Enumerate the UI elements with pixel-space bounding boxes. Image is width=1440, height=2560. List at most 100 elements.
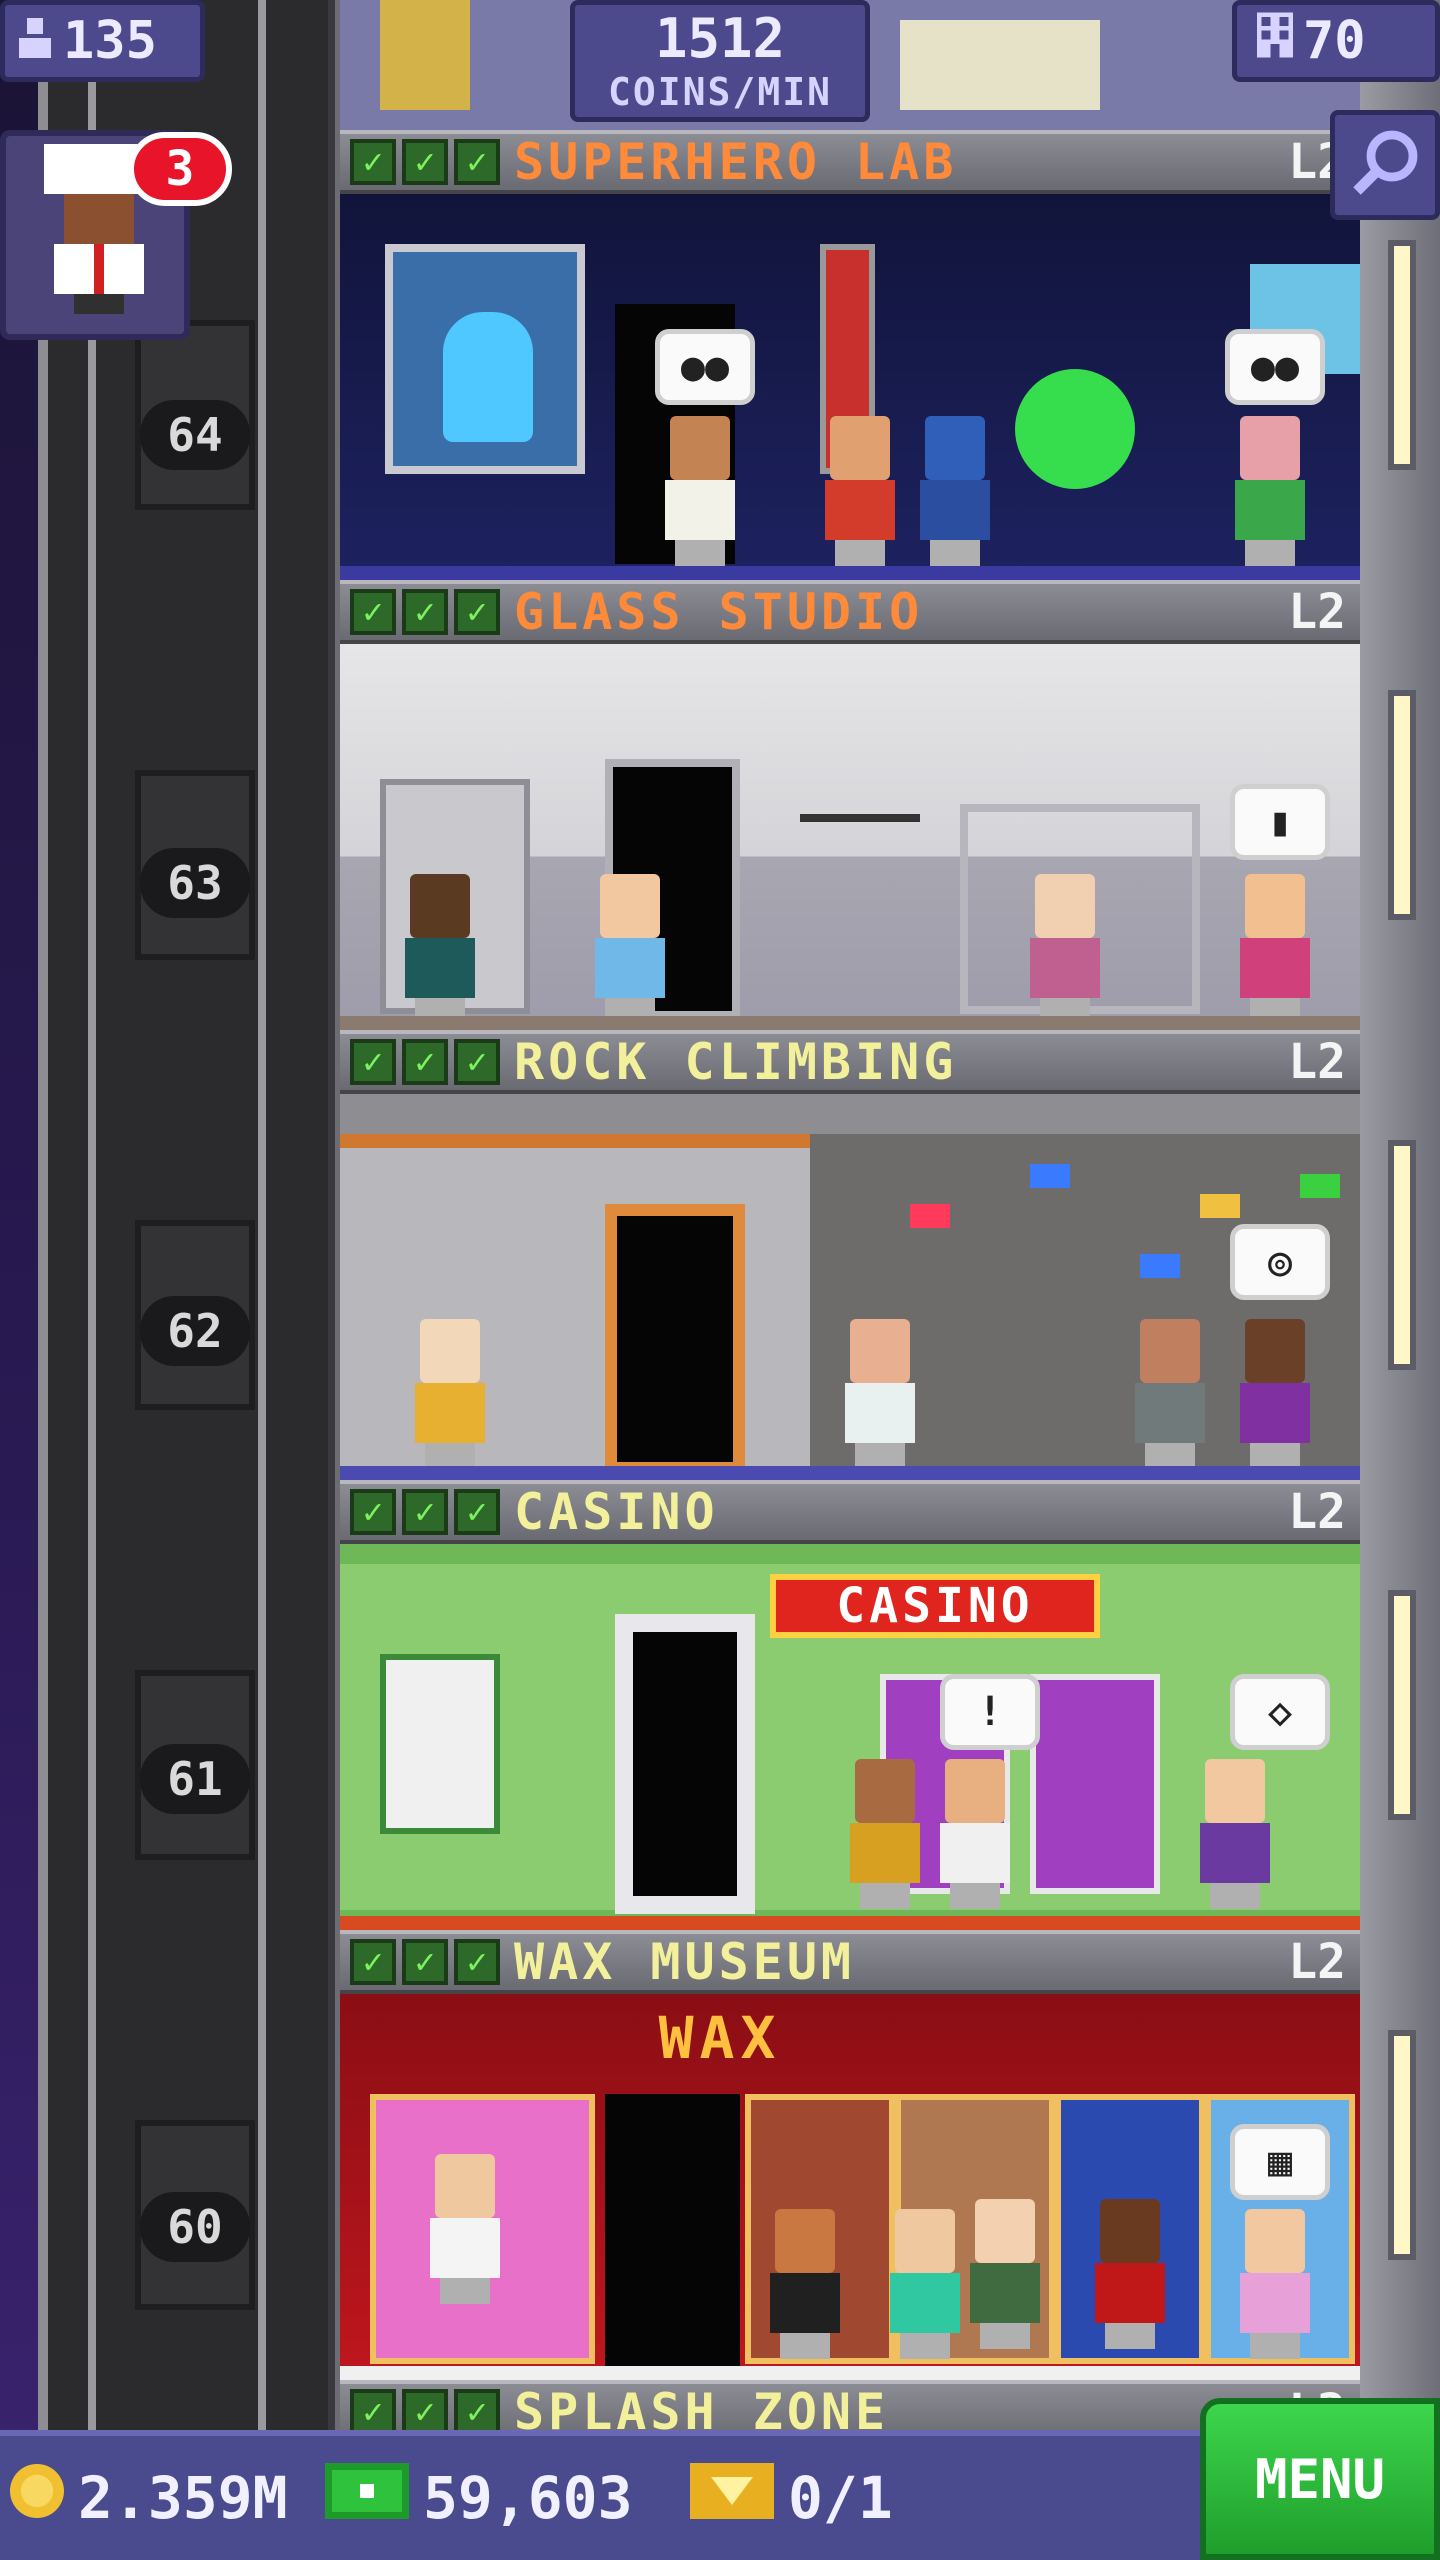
tenant[interactable]: [760, 2209, 850, 2359]
tenant[interactable]: [1190, 1759, 1280, 1909]
thought-bubble[interactable]: ●●: [1225, 329, 1325, 405]
check-icon: ✓: [454, 1489, 500, 1535]
check-icon: ✓: [402, 1039, 448, 1085]
tenant[interactable]: [815, 416, 905, 566]
floor-count-value: 70: [1303, 11, 1366, 71]
star-rating: ✓ ✓ ✓: [350, 2389, 500, 2435]
bux-balance[interactable]: 59,603: [325, 2458, 633, 2538]
room-casino[interactable]: CASINO ! ◇: [340, 1544, 1360, 1930]
floor-number-marker: 64: [140, 400, 250, 470]
elevator-door[interactable]: [605, 1204, 745, 1474]
room-floor: [340, 1916, 1360, 1930]
floor-label-wax-museum[interactable]: ✓ ✓ ✓ WAX MUSEUM L2: [340, 1930, 1360, 1994]
tenant[interactable]: [960, 2199, 1050, 2349]
tenant[interactable]: [1020, 874, 1110, 1024]
floor-level: L2: [1288, 584, 1346, 640]
check-icon: ✓: [350, 1489, 396, 1535]
tickets-balance[interactable]: 0/1: [690, 2458, 893, 2538]
tenant[interactable]: [655, 416, 745, 566]
floor-name: GLASS STUDIO: [514, 583, 924, 641]
building-icon: [1257, 11, 1293, 71]
room-floor: [340, 566, 1360, 580]
menu-button[interactable]: MENU: [1200, 2398, 1440, 2560]
climbing-hold: [1200, 1194, 1240, 1218]
tenant[interactable]: [1230, 2209, 1320, 2359]
floor-level: L2: [1288, 1034, 1346, 1090]
floor-number-marker: 61: [140, 1744, 250, 1814]
tower-window: [1388, 1140, 1416, 1370]
floor-count-display[interactable]: 70: [1232, 0, 1440, 82]
check-icon: ✓: [350, 139, 396, 185]
coins-balance[interactable]: 2.359M: [10, 2458, 288, 2538]
tower-window: [1388, 690, 1416, 920]
elevator-door[interactable]: [615, 1614, 755, 1914]
climbing-hold: [1300, 1174, 1340, 1198]
floor-name: CASINO: [514, 1483, 719, 1541]
check-icon: ✓: [402, 589, 448, 635]
room-superhero-lab[interactable]: ●● ●●: [340, 194, 1360, 580]
thought-bubble[interactable]: !: [940, 1674, 1040, 1750]
check-icon: ✓: [350, 1939, 396, 1985]
bux-icon: [325, 2463, 409, 2533]
wax-sign: WAX: [658, 2004, 782, 2072]
floor-label-superhero-lab[interactable]: ✓ ✓ ✓ SUPERHERO LAB L2: [340, 130, 1360, 194]
tenant[interactable]: [1225, 416, 1315, 566]
tenant[interactable]: [910, 416, 1000, 566]
check-icon: ✓: [402, 1939, 448, 1985]
elevator-door[interactable]: [605, 2094, 740, 2374]
tenant[interactable]: [840, 1759, 930, 1909]
room-glass-studio[interactable]: ▮: [340, 644, 1360, 1030]
elevator-cable: [88, 0, 96, 2440]
search-button[interactable]: [1330, 110, 1440, 220]
tenant[interactable]: [1125, 1319, 1215, 1469]
check-icon: ✓: [402, 139, 448, 185]
climbing-hold: [1140, 1254, 1180, 1278]
star-rating: ✓ ✓ ✓: [350, 1489, 500, 1535]
person-icon: [15, 11, 55, 71]
tower-window: [1388, 240, 1416, 470]
star-rating: ✓ ✓ ✓: [350, 1039, 500, 1085]
floor-label-glass-studio[interactable]: ✓ ✓ ✓ GLASS STUDIO L2: [340, 580, 1360, 644]
climbing-hold: [910, 1204, 950, 1228]
floor-number-marker: 62: [140, 1296, 250, 1366]
room-floor: [340, 1016, 1360, 1030]
room-rock-climbing[interactable]: ◎: [340, 1094, 1360, 1480]
room-floor: [340, 2366, 1360, 2380]
golden-statue: [380, 0, 470, 110]
thought-bubble[interactable]: ●●: [655, 329, 755, 405]
slot-machine[interactable]: [1030, 1674, 1160, 1894]
coins-per-min-display: 1512 COINS/MIN: [570, 0, 870, 122]
check-icon: ✓: [350, 1039, 396, 1085]
tenant[interactable]: [930, 1759, 1020, 1909]
coins-per-min-unit: COINS/MIN: [608, 70, 832, 114]
climbing-hold: [1030, 1164, 1070, 1188]
star-rating: ✓ ✓ ✓: [350, 589, 500, 635]
star-rating: ✓ ✓ ✓: [350, 139, 500, 185]
tenant[interactable]: [585, 874, 675, 1024]
floor-level: L2: [1288, 1934, 1346, 1990]
thought-bubble[interactable]: ◇: [1230, 1674, 1330, 1750]
tenant[interactable]: [1230, 874, 1320, 1024]
check-icon: ✓: [350, 2389, 396, 2435]
population-counter[interactable]: 135: [0, 0, 205, 82]
floor-label-rock-climbing[interactable]: ✓ ✓ ✓ ROCK CLIMBING L2: [340, 1030, 1360, 1094]
room-wax-museum[interactable]: WAX ▦: [340, 1994, 1360, 2380]
check-icon: ✓: [454, 589, 500, 635]
ticket-icon: [690, 2463, 774, 2533]
check-icon: ✓: [454, 1939, 500, 1985]
population-value: 135: [63, 11, 157, 71]
hologram-screen: [385, 244, 585, 474]
thought-bubble[interactable]: ▮: [1230, 784, 1330, 860]
wax-figure: [420, 2154, 510, 2304]
floor-label-casino[interactable]: ✓ ✓ ✓ CASINO L2: [340, 1480, 1360, 1544]
tenant[interactable]: [835, 1319, 925, 1469]
tenant[interactable]: [1230, 1319, 1320, 1469]
tenant[interactable]: [880, 2209, 970, 2359]
hologram-figure: [443, 312, 533, 442]
green-globe: [1015, 369, 1135, 489]
thought-bubble[interactable]: ▦: [1230, 2124, 1330, 2200]
bux-value: 59,603: [423, 2464, 633, 2532]
tenant[interactable]: [405, 1319, 495, 1469]
tenant[interactable]: [395, 874, 485, 1024]
thought-bubble[interactable]: ◎: [1230, 1224, 1330, 1300]
